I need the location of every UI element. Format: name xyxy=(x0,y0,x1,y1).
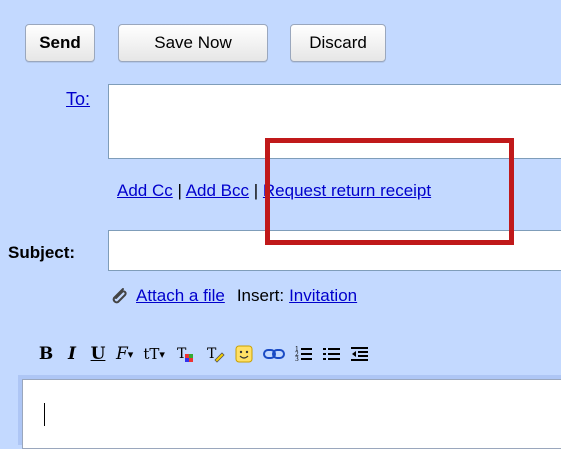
emoticon-icon[interactable] xyxy=(235,342,253,366)
paperclip-icon xyxy=(112,288,127,304)
italic-button[interactable]: I xyxy=(64,342,80,366)
insert-label: Insert: xyxy=(236,286,285,305)
text-cursor xyxy=(44,403,45,426)
underline-button[interactable]: U xyxy=(90,342,106,366)
attach-file-link[interactable]: Attach a file xyxy=(136,286,225,306)
subject-label: Subject: xyxy=(8,243,76,262)
send-button[interactable]: Send xyxy=(25,24,95,62)
save-now-button[interactable]: Save Now xyxy=(118,24,268,62)
to-link[interactable]: To: xyxy=(66,89,90,110)
add-cc-link[interactable]: Add Cc xyxy=(117,181,173,200)
font-size-icon[interactable]: tT ▾ xyxy=(143,342,165,366)
highlight-box xyxy=(265,138,514,245)
attachment-row: Attach a file Insert: Invitation xyxy=(108,285,357,307)
separator: | xyxy=(253,181,259,200)
indent-less-icon[interactable] xyxy=(350,342,369,366)
message-body-editor[interactable] xyxy=(22,379,561,449)
highlight-color-icon[interactable]: T xyxy=(205,342,225,366)
link-icon[interactable] xyxy=(262,342,285,366)
text-color-icon[interactable]: T xyxy=(175,342,195,366)
discard-button[interactable]: Discard xyxy=(290,24,386,62)
add-bcc-link[interactable]: Add Bcc xyxy=(186,181,249,200)
svg-text:3: 3 xyxy=(295,356,299,363)
numbered-list-icon[interactable]: 123 xyxy=(295,342,313,366)
invitation-link[interactable]: Invitation xyxy=(289,286,357,306)
separator: | xyxy=(177,181,182,200)
bulleted-list-icon[interactable] xyxy=(322,342,341,366)
font-icon[interactable]: F ▾ xyxy=(116,342,133,366)
formatting-toolbar: B I U F ▾ tT ▾ T T 123 xyxy=(38,340,379,368)
bold-button[interactable]: B xyxy=(38,342,54,366)
